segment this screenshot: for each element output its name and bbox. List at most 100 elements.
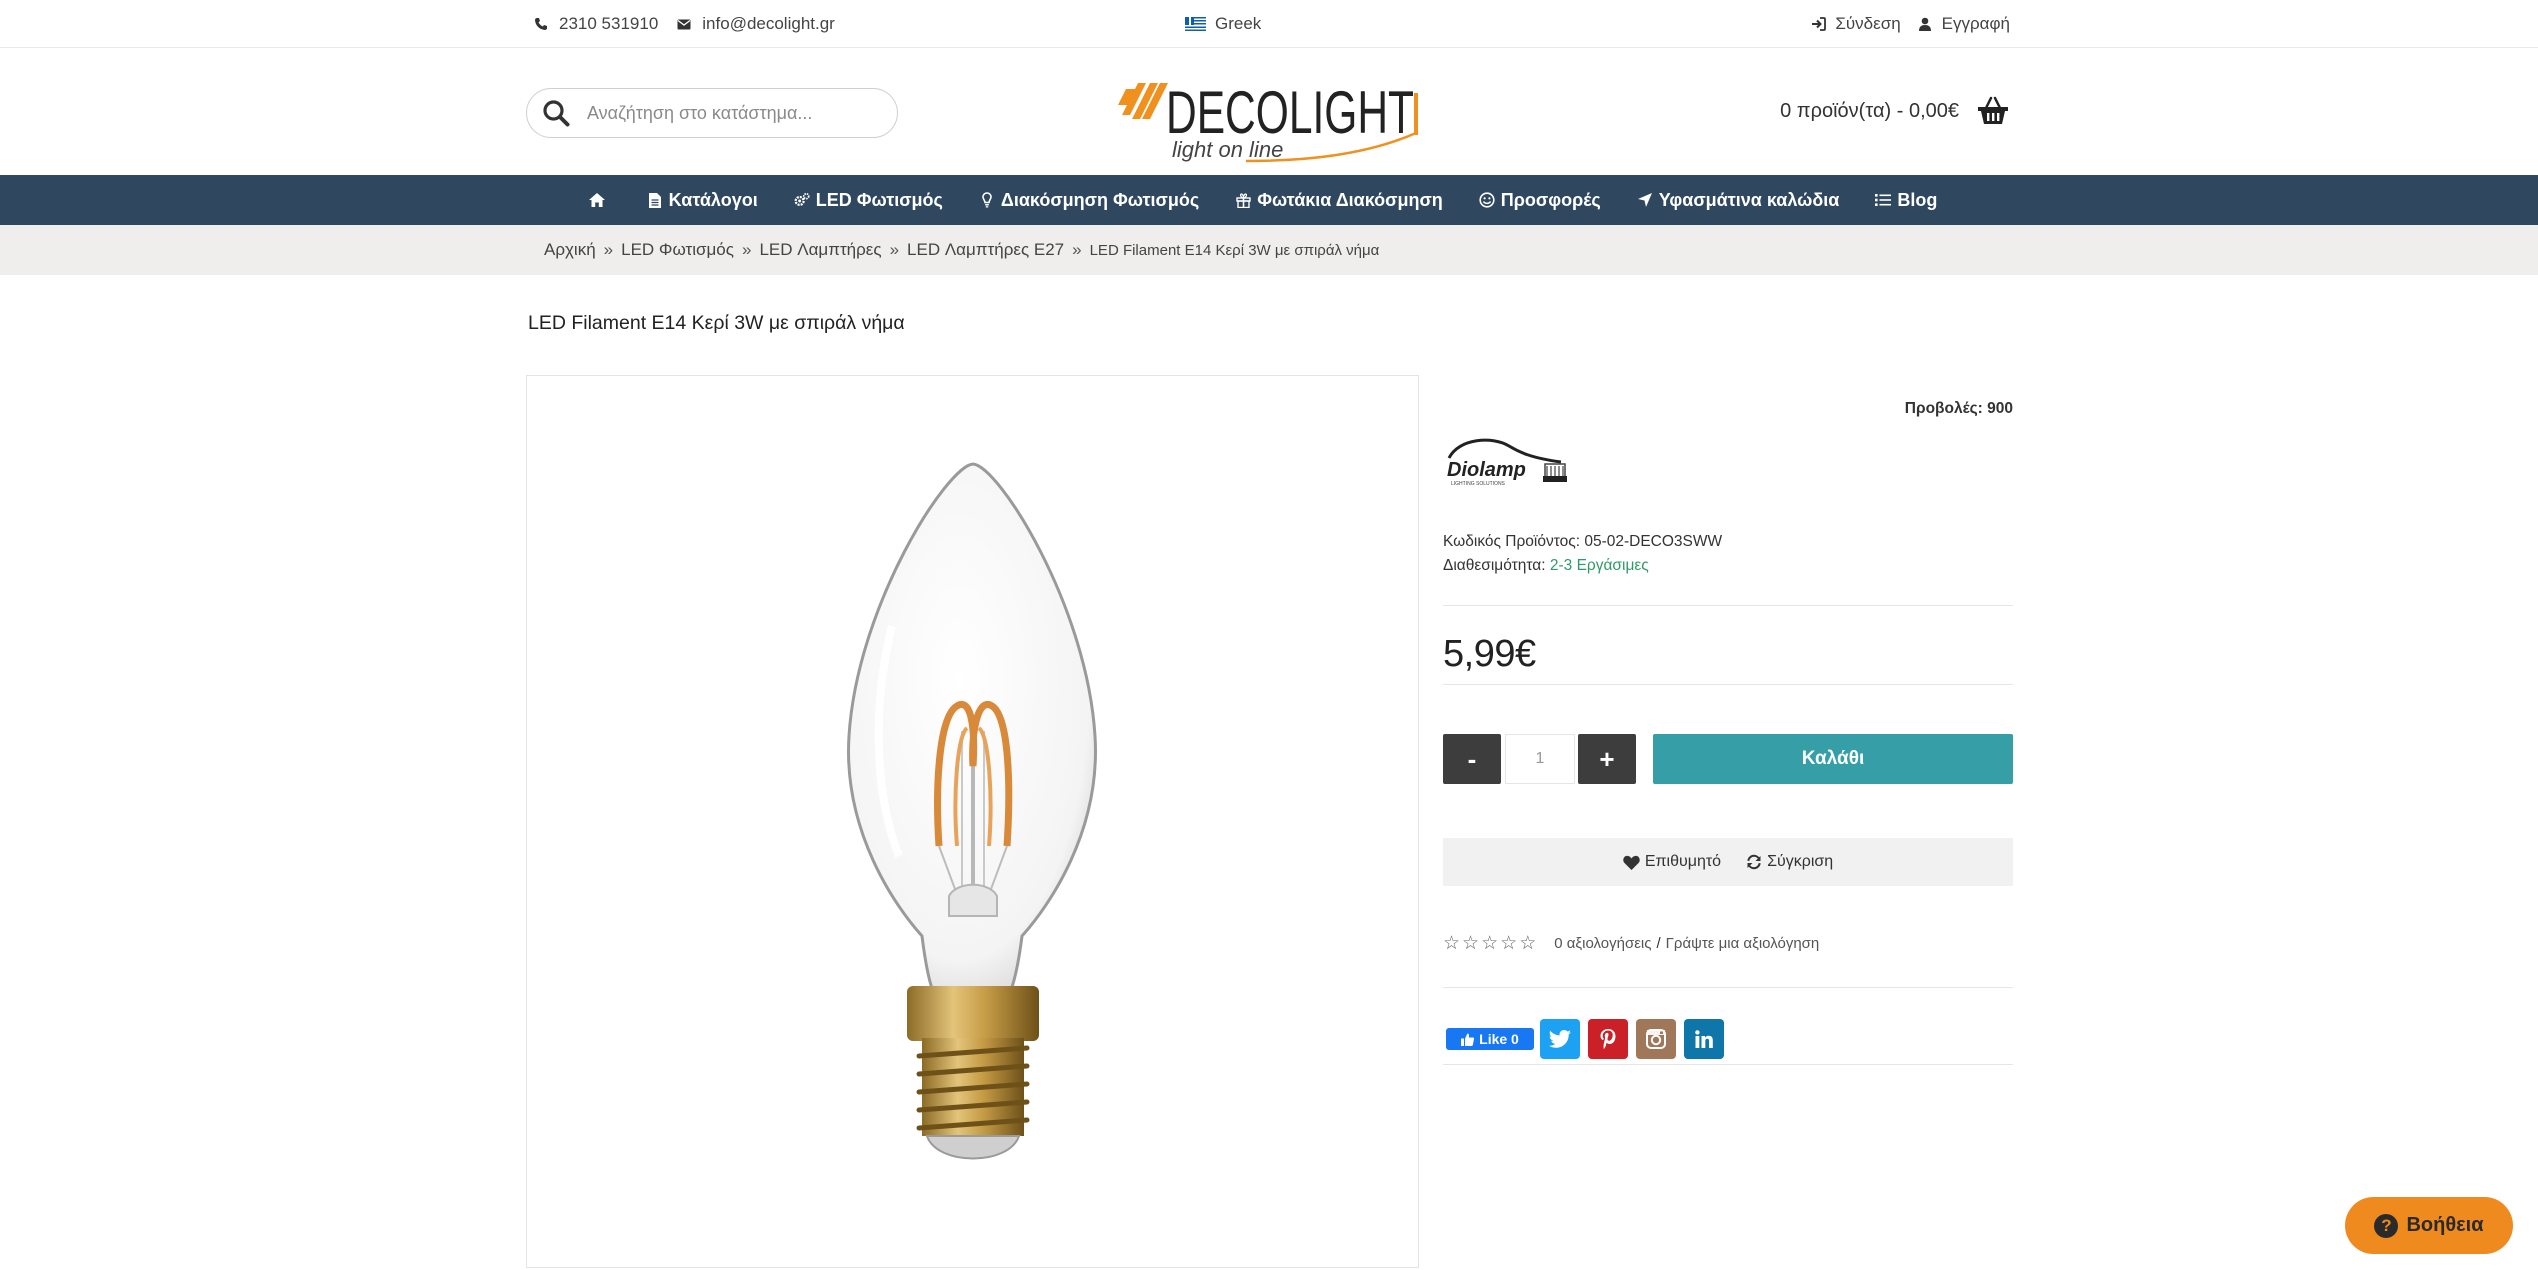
- product-rating: ☆ ☆ ☆ ☆ ☆ 0 αξιολογήσεις / Γράψτε μια αξ…: [1443, 932, 1819, 955]
- thumbs-up-icon: [1461, 1033, 1475, 1046]
- login-link[interactable]: Σύνδεση: [1835, 14, 1900, 34]
- document-icon: [647, 192, 663, 208]
- nav-item-catalogs[interactable]: Κατάλογοι: [647, 190, 758, 211]
- product-code-label: Κωδικός Προϊόντος:: [1443, 533, 1581, 550]
- nav-label: Διακόσμηση Φωτισμός: [1000, 189, 1200, 210]
- nav-label: Υφασμάτινα καλώδια: [1658, 189, 1840, 210]
- breadcrumb-separator: »: [603, 240, 614, 259]
- facebook-like-button[interactable]: Like 0: [1446, 1028, 1534, 1050]
- star-empty-icon: ☆: [1519, 933, 1537, 954]
- breadcrumb: Αρχική » LED Φωτισμός » LED Λαμπτήρες » …: [544, 240, 1379, 260]
- nav-item-fabric-cables[interactable]: Υφασμάτινα καλώδια: [1637, 189, 1840, 211]
- views-value: 900: [1987, 400, 2013, 417]
- quantity-increase-button[interactable]: +: [1578, 734, 1636, 784]
- home-icon: [588, 192, 605, 208]
- search-box: [526, 88, 898, 138]
- rating-separator: /: [1656, 935, 1661, 952]
- breadcrumb-bar: Αρχική » LED Φωτισμός » LED Λαμπτήρες » …: [0, 225, 2538, 275]
- nav-label: LED Φωτισμός: [815, 189, 943, 210]
- register-link[interactable]: Εγγραφή: [1942, 14, 2010, 34]
- facebook-like-label: Like 0: [1479, 1031, 1519, 1047]
- logo-mark-icon: [1118, 83, 1168, 119]
- linkedin-icon: [1695, 1030, 1713, 1048]
- write-review-link[interactable]: Γράψτε μια αξιολόγηση: [1666, 935, 1820, 952]
- breadcrumb-link[interactable]: Αρχική: [544, 240, 596, 260]
- language-label: Greek: [1215, 14, 1262, 33]
- logo-wordmark: DECOLIGHT: [1166, 79, 1414, 146]
- rating-stars: ☆ ☆ ☆ ☆ ☆: [1443, 932, 1538, 955]
- breadcrumb-link[interactable]: LED Λαμπτήρες E27: [907, 240, 1064, 260]
- product-meta: Κωδικός Προϊόντος: 05-02-DECO3SWW Διαθεσ…: [1443, 530, 1722, 578]
- nav-label: Προσφορές: [1500, 189, 1601, 210]
- compare-label: Σύγκριση: [1767, 853, 1834, 870]
- phone-number[interactable]: 2310 531910: [559, 14, 658, 34]
- pinterest-button[interactable]: [1588, 1019, 1628, 1059]
- nav-item-blog[interactable]: Blog: [1875, 190, 1937, 211]
- breadcrumb-separator: »: [1072, 240, 1082, 259]
- star-empty-icon: ☆: [1443, 933, 1461, 954]
- star-empty-icon: ☆: [1481, 933, 1499, 954]
- breadcrumb-separator: »: [889, 240, 900, 259]
- logo-tagline: light on line: [1172, 137, 1283, 162]
- divider: [1443, 605, 2013, 606]
- reviews-link[interactable]: 0 αξιολογήσεις: [1554, 935, 1651, 952]
- nav-label: Φωτάκια Διακόσμηση: [1257, 189, 1443, 210]
- twitter-button[interactable]: [1540, 1019, 1580, 1059]
- nav-item-decor-lights[interactable]: Φωτάκια Διακόσμηση: [1235, 190, 1443, 211]
- availability-label: Διαθεσιμότητα:: [1443, 557, 1546, 574]
- product-image[interactable]: [526, 375, 1419, 1268]
- breadcrumb-separator: »: [741, 240, 752, 259]
- nav-item-home[interactable]: [588, 192, 611, 208]
- help-label: Βοήθεια: [2406, 1214, 2484, 1236]
- help-button[interactable]: ? Βοήθεια: [2345, 1197, 2513, 1254]
- brand-logo[interactable]: Diolamp LIGHTING SOLUTIONS: [1443, 432, 1571, 490]
- nav-label: Blog: [1897, 189, 1938, 210]
- breadcrumb-link[interactable]: LED Λαμπτήρες: [759, 240, 881, 260]
- availability-value: 2-3 Εργάσιμες: [1549, 557, 1649, 574]
- nav-item-offers[interactable]: Προσφορές: [1479, 190, 1601, 211]
- cogs-icon: [794, 192, 810, 208]
- account-links: Σύνδεση Εγγραφή: [1810, 14, 2010, 34]
- add-to-cart-button[interactable]: Καλάθι: [1653, 734, 2013, 784]
- nav-item-decor-lighting[interactable]: Διακόσμηση Φωτισμός: [979, 190, 1199, 211]
- quantity-decrease-button[interactable]: -: [1443, 734, 1501, 784]
- brand-logo-text: Diolamp: [1447, 459, 1526, 481]
- list-icon: [1875, 192, 1892, 208]
- pinterest-icon: [1600, 1029, 1616, 1049]
- breadcrumb-link[interactable]: LED Φωτισμός: [621, 240, 734, 260]
- question-icon: ?: [2374, 1213, 2399, 1238]
- instagram-button[interactable]: [1636, 1019, 1676, 1059]
- location-arrow-icon: [1637, 192, 1653, 208]
- greek-flag-icon: [1185, 17, 1206, 31]
- quantity-input[interactable]: [1505, 734, 1575, 784]
- heart-icon: [1623, 854, 1640, 871]
- search-input[interactable]: [587, 102, 867, 124]
- user-icon: [1917, 16, 1933, 32]
- divider: [1443, 684, 2013, 685]
- star-empty-icon: ☆: [1500, 933, 1518, 954]
- wishlist-button[interactable]: Επιθυμητό: [1623, 853, 1721, 871]
- sign-in-icon: [1810, 16, 1826, 32]
- mini-cart[interactable]: 0 προϊόν(τα) - 0,00€: [1780, 96, 2009, 126]
- product-price: 5,99€: [1443, 633, 1536, 675]
- bulb-illustration: [847, 462, 1097, 1160]
- search-icon[interactable]: [541, 98, 571, 128]
- views-counter: Προβολές: 900: [1905, 400, 2013, 418]
- nav-item-led-lighting[interactable]: LED Φωτισμός: [794, 190, 943, 211]
- language-selector[interactable]: Greek: [1185, 14, 1261, 34]
- email-link[interactable]: info@decolight.gr: [702, 14, 835, 34]
- contact-info: 2310 531910 info@decolight.gr: [533, 14, 853, 34]
- linkedin-button[interactable]: [1684, 1019, 1724, 1059]
- social-share: Like 0: [1446, 1019, 1732, 1059]
- lightbulb-icon: [979, 192, 995, 208]
- basket-icon: [1977, 96, 2009, 126]
- breadcrumb-current: LED Filament E14 Κερί 3W με σπιράλ νήμα: [1089, 241, 1380, 259]
- top-bar: 2310 531910 info@decolight.gr Greek Σύνδ…: [0, 0, 2538, 48]
- compare-button[interactable]: Σύγκριση: [1745, 853, 1833, 871]
- instagram-icon: [1646, 1029, 1666, 1049]
- product-code-value: 05-02-DECO3SWW: [1584, 533, 1723, 550]
- phone-icon: [533, 16, 549, 32]
- site-logo[interactable]: DECOLIGHT light on line: [1116, 75, 1422, 165]
- nav-label: Κατάλογοι: [668, 189, 758, 210]
- brand-logo-sub: LIGHTING SOLUTIONS: [1451, 481, 1506, 487]
